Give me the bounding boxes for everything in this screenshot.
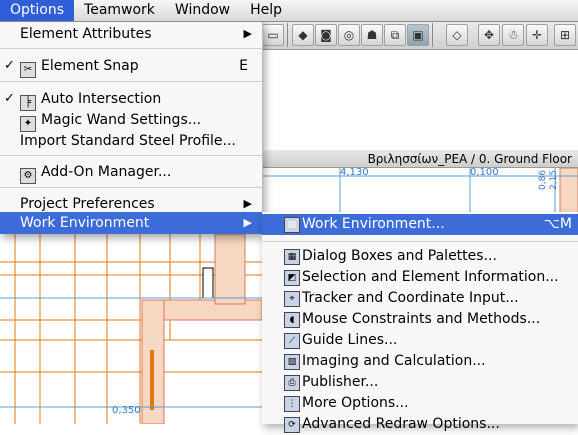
submenu-item-label: Mouse Constraints and Methods...	[302, 311, 541, 327]
dialog-boxes-icon: ▦	[284, 249, 300, 265]
menu-item-auto-intersection[interactable]: ✓ ╞ Auto Intersection	[0, 88, 262, 111]
submenu-arrow-icon: ▶	[243, 27, 252, 40]
menu-item-label: Add-On Manager...	[41, 164, 172, 180]
menu-separator	[262, 241, 578, 242]
menu-item-element-snap[interactable]: ✓ ✂ Element Snap E	[0, 55, 262, 78]
plan-dimension-4130: 4,130	[340, 167, 369, 178]
submenu-item-label: Selection and Element Information...	[302, 269, 559, 285]
menu-item-import-steel-profile[interactable]: Import Standard Steel Profile...	[0, 130, 262, 152]
fly-icon[interactable]: ⧉	[384, 24, 406, 46]
submenu-item-label: Tracker and Coordinate Input...	[302, 290, 519, 306]
menu-item-label: Work Environment	[20, 215, 150, 231]
shortcut-label: ⌥M	[543, 216, 572, 232]
menu-item-magic-wand-settings[interactable]: ✦ Magic Wand Settings...	[0, 109, 262, 132]
checkmark-icon: ✓	[4, 91, 15, 106]
submenu-item-selection-info[interactable]: ◩ Selection and Element Information...	[262, 267, 578, 288]
menu-item-label: Element Snap	[41, 58, 139, 74]
imaging-icon: ▧	[284, 354, 300, 370]
3d-cube-icon[interactable]: ◆	[292, 24, 314, 46]
grid-icon[interactable]: ⊞	[554, 24, 576, 46]
guide-lines-icon: ⟋	[284, 333, 300, 349]
menu-separator	[0, 155, 262, 156]
submenu-item-label: More Options...	[302, 395, 409, 411]
tracker-icon: ⌖	[284, 291, 300, 307]
menu-separator	[0, 81, 262, 82]
plan-dimension-086: 0,86	[538, 170, 548, 190]
menu-separator	[0, 48, 262, 49]
person-icon[interactable]: ☃	[502, 24, 524, 46]
advanced-redraw-icon: ⟳	[284, 417, 300, 433]
plan-column	[150, 350, 154, 410]
toolbar-divider	[432, 23, 433, 47]
menu-bar: Options Teamwork Window Help	[0, 0, 578, 22]
submenu-item-publisher[interactable]: ⎙ Publisher...	[262, 372, 578, 393]
menu-item-element-attributes[interactable]: Element Attributes ▶	[0, 23, 262, 45]
submenu-item-label: Publisher...	[302, 374, 379, 390]
submenu-item-label: Imaging and Calculation...	[302, 353, 486, 369]
submenu-item-more-options[interactable]: ⋮ More Options...	[262, 393, 578, 414]
menu-options[interactable]: Options	[0, 0, 75, 21]
orbit-icon[interactable]: ◎	[338, 24, 360, 46]
submenu-item-work-environment[interactable]: ▤ Work Environment... ⌥M	[262, 214, 578, 235]
options-menu: Element Attributes ▶ ✓ ✂ Element Snap E ✓…	[0, 21, 263, 234]
toolbar: ▭ ◆ ◙ ◎ ☗ ⧉ ▣ ◇ ✥ ☃ ✛ ⊞	[260, 21, 578, 50]
menu-item-label: Magic Wand Settings...	[41, 112, 202, 128]
plan-dimension-0100: 0,100	[470, 167, 499, 178]
window-title-bar[interactable]: Βριλησσίων_PEA / 0. Ground Floor	[262, 150, 578, 168]
submenu-item-tracker[interactable]: ⌖ Tracker and Coordinate Input...	[262, 288, 578, 309]
menu-separator	[0, 187, 262, 188]
menu-item-label: Import Standard Steel Profile...	[20, 133, 236, 149]
menu-item-label: Element Attributes	[20, 26, 152, 42]
submenu-arrow-icon: ▶	[243, 216, 252, 229]
navigator-icon[interactable]: ▣	[407, 24, 429, 46]
plan-door-opening	[202, 267, 214, 299]
pointer-tool-icon[interactable]: ▭	[262, 24, 284, 46]
camera-icon[interactable]: ◙	[315, 24, 337, 46]
menu-teamwork[interactable]: Teamwork	[74, 0, 165, 21]
menu-window[interactable]: Window	[165, 0, 240, 21]
view-cube-icon[interactable]: ◇	[446, 24, 468, 46]
menu-item-work-environment[interactable]: Work Environment ▶	[0, 212, 262, 234]
plan-dimension-215: 2,15	[549, 170, 559, 190]
selection-info-icon: ◩	[284, 270, 300, 286]
menu-item-label: Project Preferences	[20, 196, 155, 212]
work-environment-icon: ▤	[284, 217, 300, 233]
addon-manager-icon: ⚙	[20, 168, 36, 184]
submenu-item-label: Dialog Boxes and Palettes...	[302, 248, 497, 264]
submenu-item-advanced-redraw[interactable]: ⟳ Advanced Redraw Options...	[262, 414, 578, 435]
plan-dimension-0350: 0,350	[112, 405, 141, 416]
mouse-icon: ◖	[284, 312, 300, 328]
submenu-item-label: Guide Lines...	[302, 332, 398, 348]
submenu-item-imaging[interactable]: ▧ Imaging and Calculation...	[262, 351, 578, 372]
submenu-item-label: Work Environment...	[302, 216, 445, 232]
publisher-icon: ⎙	[284, 375, 300, 391]
submenu-item-guide-lines[interactable]: ⟋ Guide Lines...	[262, 330, 578, 351]
snap-icon: ✂	[20, 62, 36, 78]
menu-help[interactable]: Help	[240, 0, 292, 21]
shortcut-label: E	[239, 58, 248, 74]
menu-item-label: Auto Intersection	[41, 91, 162, 107]
more-options-icon: ⋮	[284, 396, 300, 412]
submenu-item-mouse-constraints[interactable]: ◖ Mouse Constraints and Methods...	[262, 309, 578, 330]
submenu-item-dialog-boxes[interactable]: ▦ Dialog Boxes and Palettes...	[262, 246, 578, 267]
submenu-item-label: Advanced Redraw Options...	[302, 416, 500, 432]
checkmark-icon: ✓	[4, 58, 15, 73]
toolbar-divider	[287, 23, 288, 47]
pan-icon[interactable]: ✥	[478, 24, 500, 46]
walk-icon[interactable]: ☗	[361, 24, 383, 46]
work-environment-submenu: ▤ Work Environment... ⌥M ▦ Dialog Boxes …	[262, 212, 578, 433]
target-icon[interactable]: ✛	[526, 24, 548, 46]
menu-item-add-on-manager[interactable]: ⚙ Add-On Manager...	[0, 161, 262, 184]
